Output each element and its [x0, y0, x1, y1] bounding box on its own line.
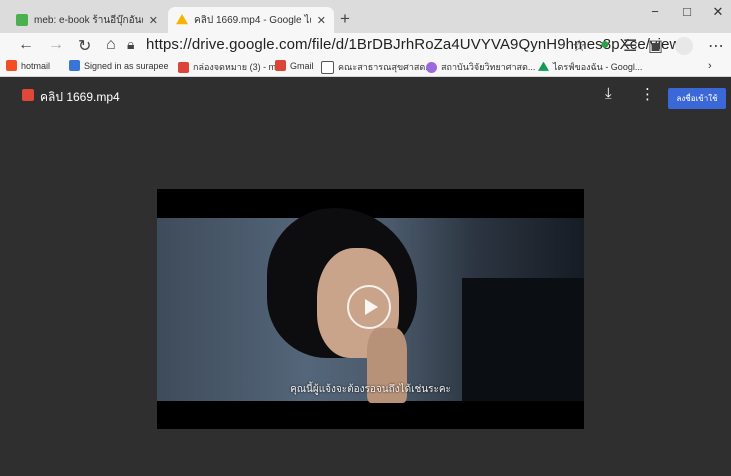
windows-icon	[6, 60, 17, 71]
bookmark-label: สถาบันวิจัยวิทยาศาสต...	[441, 62, 536, 72]
video-player[interactable]: คุณนี้ผู้แจ้งจะต้องรอจนถึงได้เช่นระคะ	[157, 189, 584, 429]
meb-favicon-icon	[16, 14, 28, 26]
bookmark-label: กล่องจดหมาย (3) - m...	[193, 62, 284, 72]
back-arrow-icon[interactable]: ←	[18, 36, 34, 54]
close-icon[interactable]: ✕	[149, 14, 158, 27]
bookmark-item[interactable]: hotmail	[6, 60, 50, 71]
bookmark-item[interactable]: ไดรฟ์ของฉัน - Googl...	[538, 60, 642, 74]
collections-icon[interactable]: ▣	[648, 36, 663, 56]
page-icon	[321, 60, 334, 74]
gmail-icon	[275, 60, 286, 71]
file-name: คลิป 1669.mp4	[40, 90, 120, 104]
close-icon[interactable]: ✕	[317, 14, 326, 27]
bookmark-item[interactable]: กล่องจดหมาย (3) - m...	[178, 60, 284, 74]
favorites-list-icon[interactable]: ☰	[623, 36, 637, 56]
bookmark-label: hotmail	[21, 60, 51, 71]
more-options-icon[interactable]: ⋮	[640, 85, 655, 103]
gmail-icon	[178, 61, 189, 73]
more-menu-icon[interactable]: ⋯	[708, 36, 724, 56]
profile-avatar[interactable]	[675, 37, 693, 55]
sign-in-button[interactable]: ลงชื่อเข้าใช้	[668, 88, 726, 109]
video-subtitle: คุณนี้ผู้แจ้งจะต้องรอจนถึงได้เช่นระคะ	[290, 384, 451, 395]
drive-favicon-icon	[176, 14, 188, 25]
drive-viewer: คลิป 1669.mp4 ⤓ ⋮ ลงชื่อเข้าใช้ คุณนี้ผู…	[0, 77, 731, 476]
tab-meb[interactable]: meb: e-book ร้านอีบุ๊กอันดับ 1 (คน) ✕	[8, 7, 166, 33]
bookmark-label: Gmail	[290, 60, 314, 71]
browser-toolbar: ← → ↻ ⌂ 🔒︎ https://drive.google.com/file…	[0, 33, 731, 58]
video-file-icon	[22, 89, 34, 101]
lock-icon[interactable]: 🔒︎	[127, 36, 134, 53]
bookmark-label: คณะสาธารณสุขศาสต...	[338, 62, 433, 72]
bookmarks-bar: hotmail Signed in as surapee กล่องจดหมาย…	[0, 58, 731, 77]
maximize-button[interactable]: □	[672, 4, 702, 19]
tab-drive[interactable]: คลิป 1669.mp4 - Google ไดรฟ์ ✕	[168, 7, 334, 33]
bookmark-item[interactable]: สถาบันวิจัยวิทยาศาสต...	[426, 60, 535, 74]
new-tab-button[interactable]: +	[340, 9, 350, 29]
favorite-star-icon[interactable]: ☆	[572, 36, 586, 56]
s-icon	[69, 60, 80, 71]
play-icon[interactable]	[347, 285, 391, 329]
refresh-icon[interactable]: ↻	[78, 36, 91, 56]
tab-title: meb: e-book ร้านอีบุ๊กอันดับ 1 (คน)	[34, 14, 143, 26]
video-frame: คุณนี้ผู้แจ้งจะต้องรอจนถึงได้เช่นระคะ	[157, 208, 584, 403]
forward-arrow-icon[interactable]: →	[48, 36, 64, 54]
bookmark-item[interactable]: Gmail	[275, 60, 314, 71]
tab-title: คลิป 1669.mp4 - Google ไดรฟ์	[194, 14, 311, 26]
tab-bar: meb: e-book ร้านอีบุ๊กอันดับ 1 (คน) ✕ คล…	[0, 0, 731, 33]
home-icon[interactable]: ⌂	[106, 36, 116, 54]
bookmark-label: Signed in as surapee	[84, 60, 169, 71]
close-window-button[interactable]: ✕	[703, 4, 731, 20]
viewer-header: คลิป 1669.mp4 ⤓ ⋮ ลงชื่อเข้าใช้	[0, 77, 731, 117]
bookmark-label: ไดรฟ์ของฉัน - Googl...	[553, 62, 643, 72]
institute-icon	[426, 61, 437, 73]
bookmark-item[interactable]: คณะสาธารณสุขศาสต...	[321, 60, 433, 74]
minimize-button[interactable]: −	[640, 4, 670, 19]
bookmarks-more-icon[interactable]: ›	[708, 60, 712, 72]
extension-icon[interactable]: ●	[600, 36, 610, 54]
download-icon[interactable]: ⤓	[605, 85, 612, 102]
bookmark-item[interactable]: Signed in as surapee	[69, 60, 169, 71]
drive-icon	[538, 61, 549, 71]
